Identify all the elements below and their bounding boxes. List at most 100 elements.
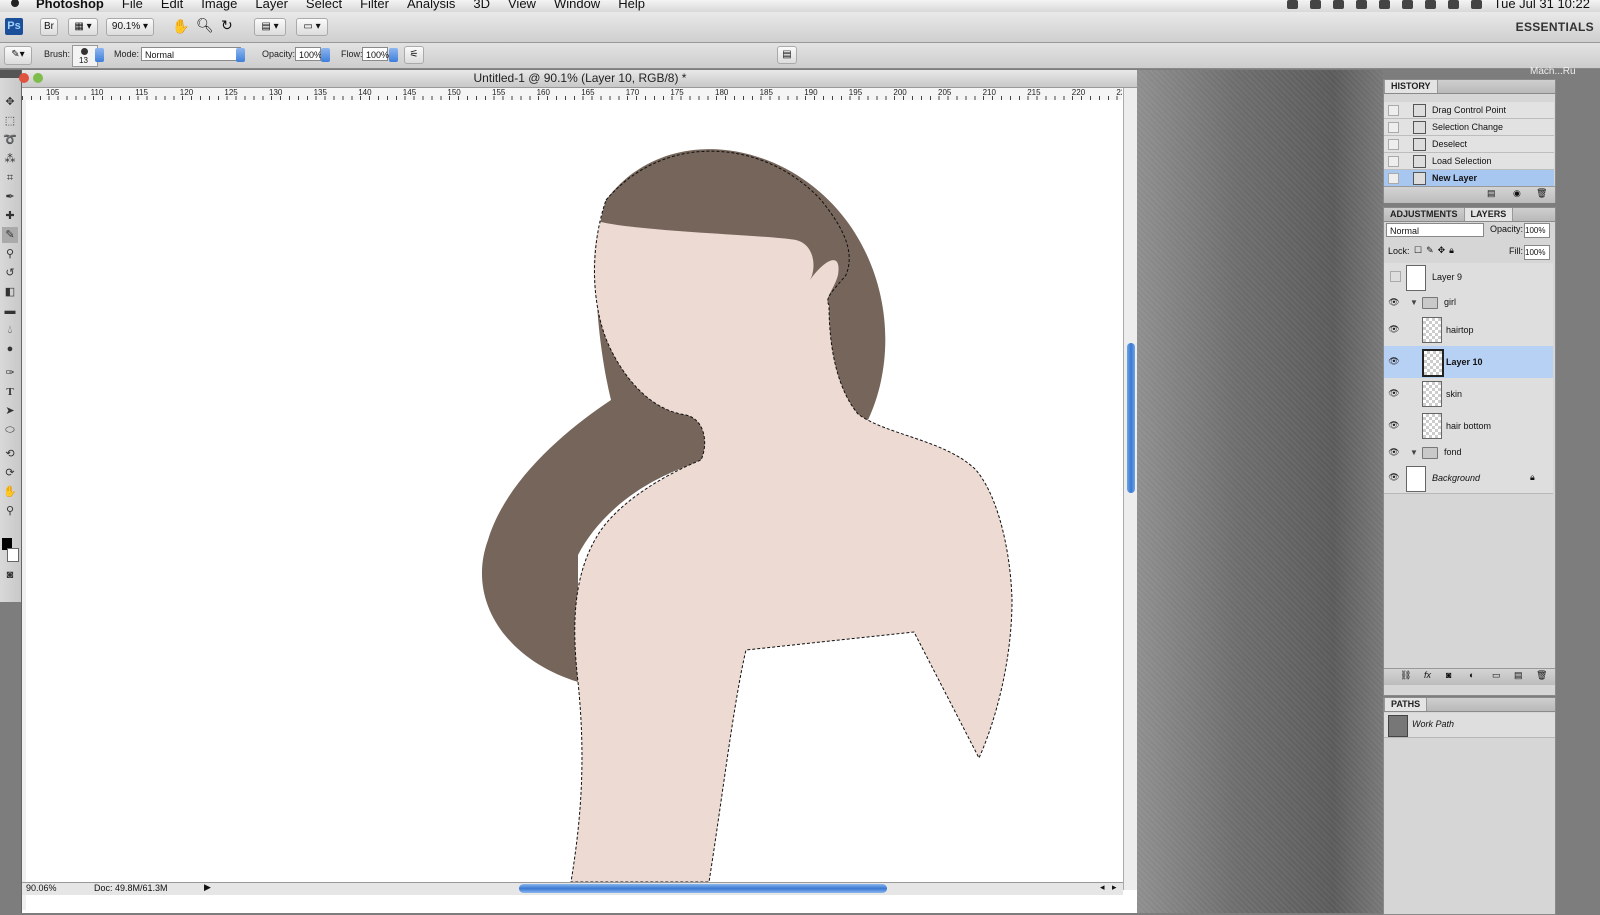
hand-tool-icon-2[interactable]: ✋ <box>2 484 18 500</box>
zoom-tool-icon[interactable]: 🔍︎ <box>196 17 214 34</box>
menu-analysis[interactable]: Analysis <box>407 0 455 10</box>
menu-image[interactable]: Image <box>201 0 237 10</box>
opacity-dropdown-arrow[interactable] <box>321 48 330 62</box>
tab-adjustments[interactable]: ADJUSTMENTS <box>1384 208 1464 221</box>
close-window-icon[interactable] <box>19 73 29 83</box>
background-color-swatch[interactable] <box>7 548 19 562</box>
history-source-checkbox[interactable] <box>1388 173 1399 184</box>
history-brush-tool-icon[interactable]: ↺ <box>2 265 18 281</box>
status-document-info[interactable]: Doc: 49.8M/61.3M <box>94 883 168 893</box>
path-selection-tool-icon[interactable]: ➤ <box>2 403 18 419</box>
history-item[interactable]: Deselect <box>1384 136 1554 153</box>
tab-history[interactable]: HISTORY <box>1384 80 1438 93</box>
brush-tool-icon[interactable]: ✎ <box>2 227 18 243</box>
tab-paths[interactable]: PATHS <box>1384 698 1428 711</box>
wifi-icon[interactable] <box>1401 0 1413 9</box>
tools-panel-header[interactable] <box>0 70 21 78</box>
mode-select[interactable]: Normal <box>141 47 241 61</box>
layer-row[interactable]: 👁︎ hair bottom <box>1384 410 1553 443</box>
zoom-level-dropdown[interactable]: 90.1% ▾ <box>106 18 154 36</box>
menu-3d[interactable]: 3D <box>473 0 490 10</box>
quick-selection-tool-icon[interactable]: ⁂ <box>2 151 18 167</box>
eject-icon[interactable] <box>1424 0 1436 9</box>
eye-icon[interactable]: 👁︎ <box>1387 447 1401 459</box>
group-expand-icon[interactable]: ▼ <box>1410 298 1418 307</box>
layer-group-row[interactable]: 👁︎ ▼ girl <box>1384 292 1553 315</box>
brush-picker-arrow[interactable] <box>95 48 104 62</box>
layer-group-row[interactable]: 👁︎ ▼ fond <box>1384 442 1553 465</box>
phone-icon[interactable] <box>1332 0 1344 9</box>
trash-icon[interactable]: 🗑︎ <box>1536 188 1547 199</box>
blend-mode-select[interactable]: Normal <box>1386 223 1484 237</box>
zoom-tool-icon-2[interactable]: ⚲ <box>2 503 18 519</box>
blur-tool-icon[interactable]: 💧︎ <box>2 322 18 338</box>
tab-layers[interactable]: LAYERS <box>1463 208 1514 221</box>
path-row[interactable]: Work Path <box>1384 713 1555 738</box>
flow-dropdown-arrow[interactable] <box>389 48 398 62</box>
history-source-checkbox[interactable] <box>1388 156 1399 167</box>
hand-tool-icon[interactable]: ✋ <box>172 18 189 35</box>
workspace-switcher[interactable]: ESSENTIALS <box>1516 20 1594 34</box>
scroll-left-icon[interactable]: ◂ <box>1100 882 1105 893</box>
3d-rotate-tool-icon[interactable]: ⟲ <box>2 446 18 462</box>
3d-orbit-tool-icon[interactable]: ⟳ <box>2 465 18 481</box>
menu-clock[interactable]: Tue Jul 31 10:22 <box>1494 0 1590 10</box>
menu-layer[interactable]: Layer <box>255 0 288 10</box>
status-zoom[interactable]: 90.06% <box>26 883 57 893</box>
opacity-field[interactable]: 100% <box>295 47 322 61</box>
history-source-checkbox[interactable] <box>1388 139 1399 150</box>
menu-select[interactable]: Select <box>306 0 342 10</box>
dodge-tool-icon[interactable]: ● <box>2 341 18 357</box>
visibility-toggle-off[interactable] <box>1390 271 1401 282</box>
eye-icon[interactable]: 👁︎ <box>1387 297 1401 309</box>
clone-stamp-tool-icon[interactable]: ⚲ <box>2 246 18 262</box>
scroll-right-icon[interactable]: ▸ <box>1112 882 1117 893</box>
arrange-documents-button[interactable]: ▤ ▾ <box>254 18 286 36</box>
battery-icon[interactable] <box>1378 0 1390 9</box>
menu-view[interactable]: View <box>508 0 536 10</box>
brush-panel-toggle[interactable]: ▤ <box>777 46 797 64</box>
new-document-from-state-icon[interactable]: ▤ <box>1487 188 1496 199</box>
group-expand-icon[interactable]: ▼ <box>1410 448 1418 457</box>
history-item-selected[interactable]: New Layer <box>1384 170 1554 187</box>
new-group-icon[interactable]: ▭ <box>1492 670 1501 681</box>
fill-field[interactable]: 100% <box>1524 245 1550 260</box>
horizontal-scroll-thumb[interactable] <box>519 884 887 893</box>
history-source-checkbox[interactable] <box>1388 122 1399 133</box>
layer-row-background[interactable]: 👁︎ Background 🔒︎ <box>1384 464 1553 494</box>
menu-filter[interactable]: Filter <box>360 0 389 10</box>
eye-icon[interactable]: 👁︎ <box>1387 324 1401 336</box>
apple-menu-icon[interactable] <box>8 0 22 12</box>
history-source-checkbox[interactable] <box>1388 105 1399 116</box>
sync-icon[interactable] <box>1309 0 1321 9</box>
status-menu-arrow-icon[interactable]: ▶ <box>204 882 211 893</box>
new-layer-icon[interactable]: ▤ <box>1514 670 1523 681</box>
airbrush-toggle[interactable]: ⚟ <box>404 46 424 64</box>
volume-icon[interactable] <box>1470 0 1482 9</box>
layer-mask-icon[interactable]: ◙ <box>1446 670 1451 680</box>
lasso-tool-icon[interactable]: ➰ <box>2 132 18 148</box>
eyedropper-tool-icon[interactable]: ✒ <box>2 189 18 205</box>
menu-file[interactable]: File <box>122 0 143 10</box>
history-item[interactable]: Selection Change <box>1384 119 1554 136</box>
pen-tool-icon[interactable]: ✑ <box>2 365 18 381</box>
layer-opacity-field[interactable]: 100% <box>1524 223 1550 238</box>
marquee-tool-icon[interactable]: ⬚ <box>2 113 18 129</box>
menu-window[interactable]: Window <box>554 0 600 10</box>
layer-row[interactable]: 👁︎ skin <box>1384 378 1553 411</box>
eye-icon[interactable]: 👁︎ <box>1387 356 1401 368</box>
layer-style-icon[interactable]: fx <box>1424 670 1431 680</box>
photoshop-logo[interactable]: Ps <box>5 18 23 35</box>
skype-icon[interactable] <box>1286 0 1298 9</box>
crop-tool-icon[interactable]: ⌗ <box>2 170 18 186</box>
menu-help[interactable]: Help <box>618 0 645 10</box>
time-machine-icon[interactable] <box>1355 0 1367 9</box>
eye-icon[interactable]: 👁︎ <box>1387 420 1401 432</box>
link-layers-icon[interactable]: ⛓︎ <box>1400 670 1411 681</box>
vertical-scroll-thumb[interactable] <box>1127 343 1135 493</box>
healing-brush-tool-icon[interactable]: ✚ <box>2 208 18 224</box>
layer-row[interactable]: Layer 9 <box>1384 263 1553 293</box>
move-tool-icon[interactable]: ✥ <box>2 94 18 110</box>
view-extras-button[interactable]: ▦ ▾ <box>68 18 98 36</box>
mode-select-arrow[interactable] <box>236 48 245 62</box>
